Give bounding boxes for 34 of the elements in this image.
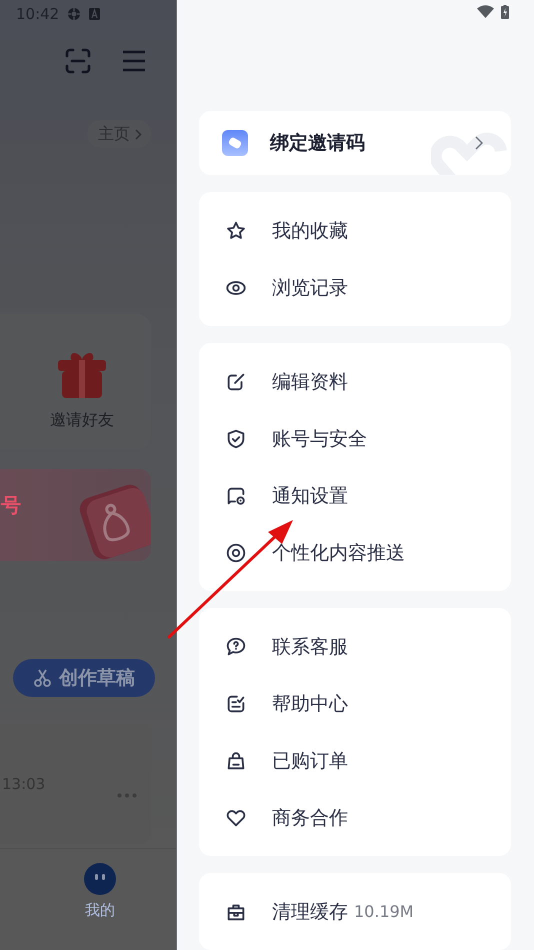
battery-icon	[501, 4, 509, 19]
invite-title: 绑定邀请码	[270, 131, 366, 156]
gift-icon	[57, 352, 107, 398]
banner-title: 号	[1, 492, 21, 518]
menu-item[interactable]: 商务合作	[199, 789, 511, 846]
ticket-icon	[222, 130, 248, 156]
menu-item[interactable]: 个性化内容推送	[199, 524, 511, 581]
menu-item[interactable]: 我的收藏	[199, 202, 511, 259]
avatar-icon	[84, 863, 116, 895]
keyboard-status-icon	[89, 8, 100, 20]
menu-item[interactable]: 通知设置	[199, 467, 511, 524]
menu-item[interactable]: 联系客服	[199, 618, 511, 675]
target-icon	[225, 542, 247, 564]
chevron-right-icon	[135, 128, 142, 140]
help-bubble-icon	[225, 636, 247, 658]
menu-item[interactable]: 浏览记录	[199, 259, 511, 316]
invite-card[interactable]: 绑定邀请码	[199, 111, 511, 175]
draft-button[interactable]: 创作草稿	[13, 659, 155, 697]
menu-item[interactable]: 编辑资料	[199, 353, 511, 410]
star-icon	[225, 220, 247, 242]
menu-icon[interactable]	[122, 50, 146, 72]
nav-tab[interactable]: 我的	[84, 849, 116, 950]
bag-icon	[225, 750, 247, 772]
more-icon	[117, 792, 137, 798]
scan-icon[interactable]	[64, 47, 92, 75]
app-status-icon	[67, 7, 82, 21]
chevron-right-icon	[475, 136, 483, 150]
scissors-icon	[33, 668, 53, 688]
wifi-icon	[477, 5, 494, 18]
edit-icon	[225, 370, 247, 392]
menu-item[interactable]: 已购订单	[199, 732, 511, 789]
menu-item[interactable]: 账号与安全	[199, 410, 511, 467]
menu-item[interactable]: 帮助中心	[199, 675, 511, 732]
shield-icon	[225, 428, 247, 450]
